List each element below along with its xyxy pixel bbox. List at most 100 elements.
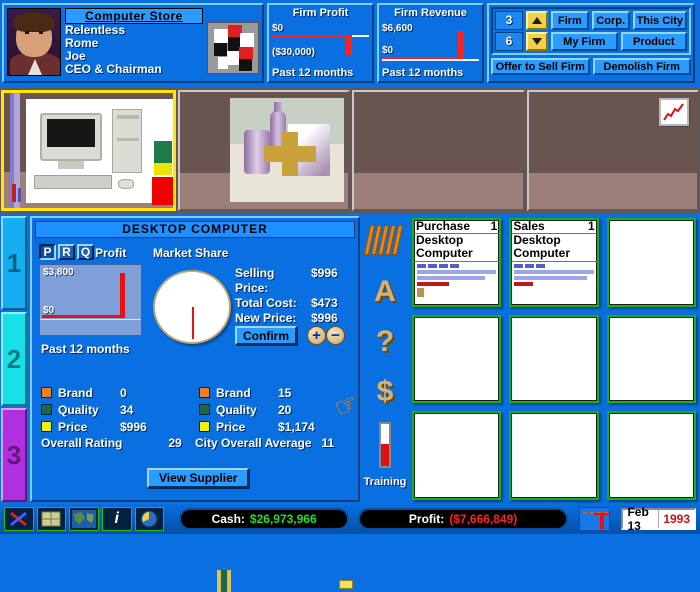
- arrow-down-icon[interactable]: [526, 32, 548, 51]
- floor-tab-1[interactable]: 1: [1, 216, 27, 310]
- view-this-city-button[interactable]: This City: [632, 11, 688, 30]
- card-empty-8[interactable]: [509, 411, 599, 500]
- view-corp-button[interactable]: Corp.: [591, 11, 630, 30]
- city-product-stats: Brand 15 Quality 20 Price $1,174: [199, 384, 315, 435]
- floor-tab-2[interactable]: 2: [1, 312, 27, 406]
- my-product-stats: Brand 0 Quality 34 Price $996: [41, 384, 147, 435]
- card-empty-7[interactable]: [412, 411, 502, 500]
- city-average-label: City Overall Average: [195, 436, 312, 450]
- action-toolbar: A ? $ Training: [362, 216, 408, 502]
- mini-graph-icon[interactable]: [579, 507, 611, 531]
- info-icon[interactable]: i: [101, 507, 132, 531]
- profit-label: Profit:: [408, 512, 445, 526]
- view-my-firm-button[interactable]: My Firm: [551, 32, 618, 51]
- cash-label: Cash:: [211, 512, 245, 526]
- money-stack-icon: [217, 570, 231, 592]
- firm-revenue-title: Firm Revenue: [394, 7, 467, 19]
- price-swatch: [41, 421, 52, 432]
- executive-portrait-icon: [7, 8, 61, 76]
- firm-profit-chart[interactable]: Firm Profit $0 ($30,000) Past 12 months: [267, 3, 374, 83]
- floor-tabs: 1 2 3: [1, 216, 27, 502]
- new-price-label: New Price:: [235, 311, 297, 325]
- confirm-button[interactable]: Confirm: [235, 326, 297, 345]
- city-brand-swatch: [199, 387, 210, 398]
- prq-button-q[interactable]: Q: [77, 244, 94, 260]
- storefront-display: [0, 88, 700, 213]
- view-product-button[interactable]: Product: [620, 32, 687, 51]
- city-price-value: $1,174: [278, 419, 315, 434]
- city-average-value: 11: [321, 436, 335, 450]
- books-inventory-icon[interactable]: [363, 220, 406, 264]
- firm-profit-bottom-label: ($30,000): [272, 47, 315, 58]
- view-selector-grid: 3 Firm Corp. This City 6 My Firm Product: [491, 7, 691, 55]
- game-window: Computer Store Relentless Rome Joe CEO &…: [0, 0, 700, 592]
- my-price-value: $996: [120, 419, 147, 434]
- plus-icon[interactable]: +: [307, 326, 326, 345]
- city-brand-value: 15: [278, 385, 292, 400]
- card-empty-5[interactable]: [509, 314, 599, 404]
- finance-dollar-icon[interactable]: $: [364, 370, 406, 414]
- city-price-swatch: [199, 421, 210, 432]
- offer-to-sell-firm-button[interactable]: Offer to Sell Firm: [491, 58, 590, 75]
- tools-icon[interactable]: [4, 507, 34, 531]
- prq-toggle-group: P R Q: [39, 244, 94, 260]
- level-number-top[interactable]: 3: [495, 11, 523, 30]
- firm-profit-graph: $0 ($30,000): [272, 21, 369, 67]
- my-quality-value: 34: [120, 402, 134, 417]
- store-name[interactable]: Computer Store: [65, 8, 203, 24]
- product-profit-chart[interactable]: $3,800 $0: [39, 264, 142, 336]
- store-bay-4[interactable]: [526, 90, 699, 211]
- date-value: Feb 13: [627, 505, 649, 533]
- city-price-label: Price: [216, 419, 246, 434]
- firm-line-3: CEO & Chairman: [65, 62, 162, 76]
- view-firm-button[interactable]: Firm: [551, 11, 589, 30]
- my-brand-label: Brand: [58, 385, 93, 400]
- training-thermometer-icon[interactable]: [364, 420, 406, 470]
- store-bay-3[interactable]: [352, 90, 525, 211]
- help-question-icon[interactable]: ?: [364, 320, 406, 364]
- card-sales[interactable]: Sales 1 Desktop Computer: [509, 218, 599, 307]
- prq-button-r[interactable]: R: [58, 244, 75, 260]
- advertising-a-icon[interactable]: A: [364, 270, 406, 314]
- sales-card-line2: Computer: [513, 246, 570, 260]
- clock-icon[interactable]: [134, 507, 165, 531]
- pointing-hand-icon: ☞: [329, 386, 364, 424]
- market-share-pie-chart[interactable]: [153, 270, 231, 344]
- firm-controls-panel: 3 Firm Corp. This City 6 My Firm Product…: [487, 3, 695, 83]
- date-display[interactable]: Feb 13 1993: [621, 505, 697, 533]
- brand-swatch: [41, 387, 52, 398]
- city-quality-value: 20: [278, 402, 292, 417]
- cash-value: $26,973,966: [249, 512, 317, 526]
- selling-price-label: Selling Price:: [235, 266, 275, 295]
- arrow-up-icon[interactable]: [526, 11, 548, 30]
- card-purchase[interactable]: Purchase 1 Desktop Computer: [412, 218, 502, 307]
- demolish-firm-button[interactable]: Demolish Firm: [592, 58, 691, 75]
- card-empty-6[interactable]: [606, 314, 696, 404]
- sales-card-count: 1: [587, 219, 595, 233]
- world-map-icon[interactable]: [69, 507, 99, 531]
- prq-button-p[interactable]: P: [39, 244, 56, 260]
- card-empty-4[interactable]: [412, 314, 502, 404]
- operations-card-grid: Purchase 1 Desktop Computer Sales 1 Deskto…: [410, 216, 698, 502]
- firm-info-panel[interactable]: Computer Store Relentless Rome Joe CEO &…: [2, 3, 264, 83]
- card-empty-9[interactable]: [606, 411, 696, 500]
- trend-chart-icon[interactable]: [659, 98, 689, 126]
- firm-revenue-top-label: $6,600: [382, 23, 413, 34]
- store-bay-2[interactable]: [177, 90, 350, 211]
- profit-chart-footer: Past 12 months: [41, 342, 130, 356]
- minus-icon[interactable]: −: [326, 326, 345, 345]
- view-supplier-button[interactable]: View Supplier: [147, 468, 250, 488]
- desktop-computer-product-icon: [26, 99, 173, 205]
- card-empty-3[interactable]: [606, 218, 696, 307]
- firm-revenue-chart[interactable]: Firm Revenue $6,600 $0 Past 12 months: [377, 3, 484, 83]
- ceramics-product-icon: [229, 98, 344, 202]
- firm-revenue-footer: Past 12 months: [382, 67, 464, 79]
- city-grid-icon[interactable]: [36, 507, 67, 531]
- product-detail-panel: DESKTOP COMPUTER P R Q Profit Market Sha…: [30, 216, 363, 592]
- level-number-bottom[interactable]: 6: [495, 32, 523, 51]
- quality-swatch: [41, 404, 52, 415]
- pricing-info: Selling Price: $996 Total Cost: $473 New P…: [235, 266, 338, 326]
- floor-tab-3[interactable]: 3: [1, 408, 27, 502]
- year-value: 1993: [658, 510, 694, 528]
- store-bay-1[interactable]: [1, 90, 176, 211]
